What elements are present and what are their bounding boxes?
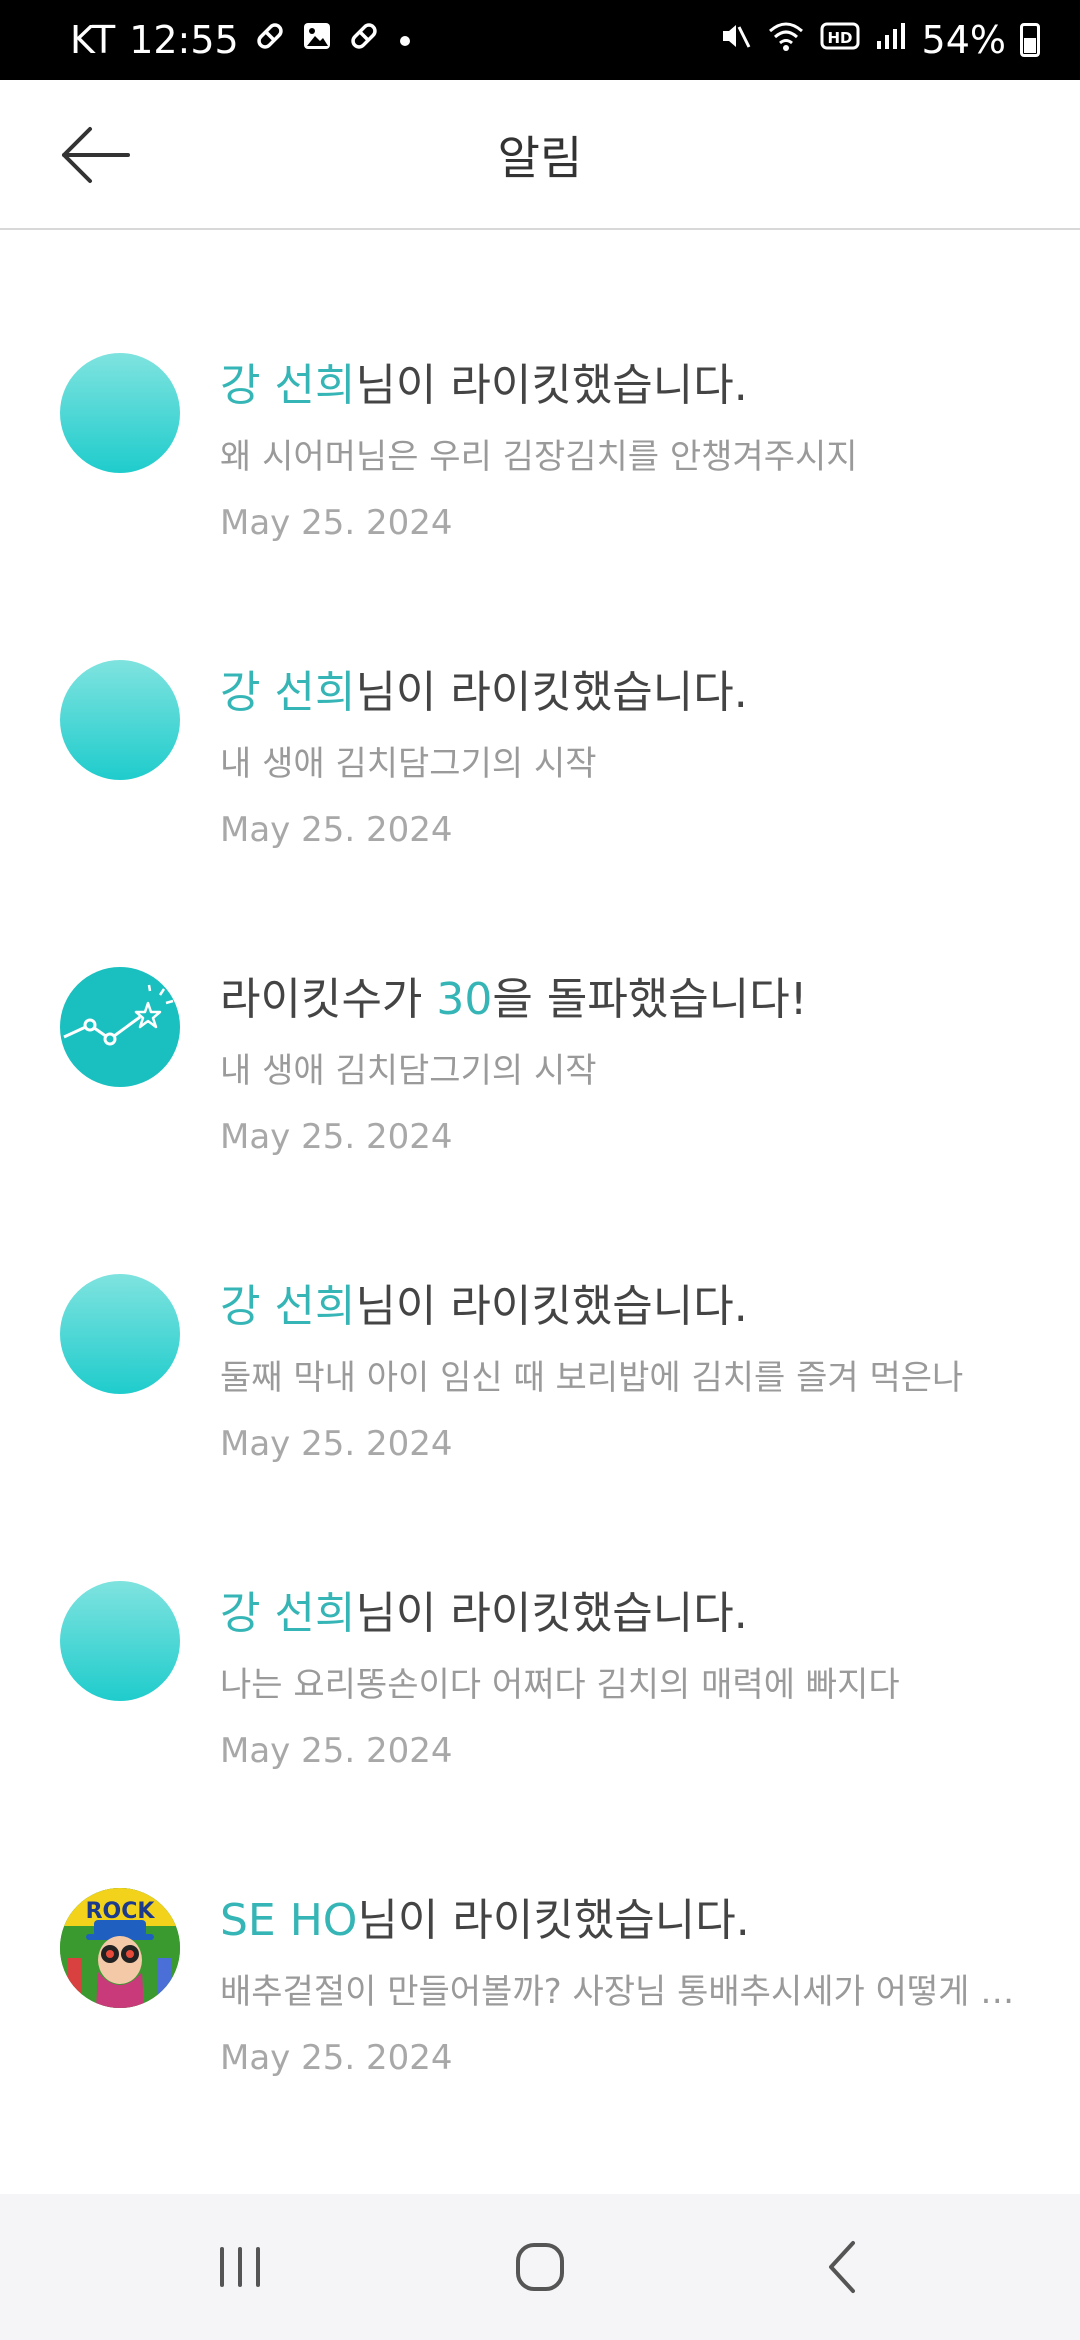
avatar[interactable] <box>60 353 180 473</box>
home-button[interactable] <box>460 2194 620 2340</box>
notification-message: 님이 라이킷했습니다. <box>357 1895 750 1946</box>
pill-icon <box>253 19 287 61</box>
post-title: 왜 시어머님은 우리 김장김치를 안챙겨주시지 <box>220 437 858 477</box>
milestone-avatar <box>60 967 180 1087</box>
notification-date: May 25. 2024 <box>220 1424 453 1464</box>
system-back-button[interactable] <box>765 2194 925 2340</box>
milestone-suffix: 을 돌파했습니다! <box>492 974 808 1025</box>
recents-icon <box>220 2247 260 2287</box>
chart-star-icon <box>63 984 174 1046</box>
notification-title: 라이킷수가 30을 돌파했습니다! <box>220 963 807 1027</box>
notification-item[interactable]: ROCK SE HO님이 라이킷했습니다. 배추겉절이 만들어볼까? 사장님 통… <box>0 1888 1080 2188</box>
avatar[interactable]: ROCK <box>60 1888 180 2008</box>
notification-date: May 25. 2024 <box>220 2038 453 2078</box>
notification-date: May 25. 2024 <box>220 503 453 543</box>
notification-title: 강 선희님이 라이킷했습니다. <box>220 656 748 720</box>
avatar[interactable] <box>60 660 180 780</box>
page-title: 알림 <box>497 131 583 185</box>
carrier-label: KT <box>70 18 116 62</box>
profile-photo-icon: ROCK <box>60 1888 180 2008</box>
chevron-left-icon <box>829 2241 855 2293</box>
mute-icon <box>718 19 752 61</box>
battery-percent: 54% <box>921 18 1006 62</box>
pill-icon <box>347 19 381 61</box>
notification-message: 님이 라이킷했습니다. <box>355 360 748 411</box>
image-icon <box>301 20 333 60</box>
post-title: 배추겉절이 만들어볼까? 사장님 통배추시세가 어떻게 … <box>220 1972 1015 2012</box>
notification-item[interactable]: 강 선희님이 라이킷했습니다. 둘째 막내 아이 임신 때 보리밥에 김치를 즐… <box>0 1274 1080 1574</box>
home-icon <box>516 2243 564 2291</box>
notification-date: May 25. 2024 <box>220 1117 453 1157</box>
notification-title: 강 선희님이 라이킷했습니다. <box>220 1270 748 1334</box>
status-right: HD 54% <box>718 18 1040 62</box>
user-name[interactable]: SE HO <box>220 1895 357 1946</box>
user-name[interactable]: 강 선희 <box>220 360 355 411</box>
notification-item[interactable]: 강 선희님이 라이킷했습니다. 왜 시어머님은 우리 김장김치를 안챙겨주시지 … <box>0 353 1080 653</box>
like-count: 30 <box>436 974 493 1025</box>
notification-list[interactable]: 강 선희님이 라이킷했습니다. 왜 시어머님은 우리 김장김치를 안챙겨주시지 … <box>0 232 1080 2194</box>
notification-date: May 25. 2024 <box>220 1731 453 1771</box>
notification-message: 님이 라이킷했습니다. <box>355 667 748 718</box>
post-title: 내 생애 김치담그기의 시작 <box>220 1051 597 1091</box>
avatar[interactable] <box>60 1274 180 1394</box>
avatar[interactable] <box>60 1581 180 1701</box>
notification-item[interactable]: 강 선희님이 라이킷했습니다. 나는 요리똥손이다 어쩌다 김치의 매력에 빠지… <box>0 1581 1080 1881</box>
notification-title: 강 선희님이 라이킷했습니다. <box>220 1577 748 1641</box>
user-name[interactable]: 강 선희 <box>220 667 355 718</box>
milestone-prefix: 라이킷수가 <box>220 974 437 1025</box>
user-name[interactable]: 강 선희 <box>220 1281 355 1332</box>
notification-title: SE HO님이 라이킷했습니다. <box>220 1884 750 1948</box>
app-header: 알림 <box>0 80 1080 230</box>
clock: 12:55 <box>129 18 239 62</box>
user-name[interactable]: 강 선희 <box>220 1588 355 1639</box>
notification-item[interactable]: 라이킷수가 30을 돌파했습니다! 내 생애 김치담그기의 시작 May 25.… <box>0 967 1080 1267</box>
post-title: 내 생애 김치담그기의 시작 <box>220 744 597 784</box>
post-title: 나는 요리똥손이다 어쩌다 김치의 매력에 빠지다 <box>220 1665 900 1705</box>
system-nav-bar <box>0 2194 1080 2340</box>
dot-icon <box>395 21 415 59</box>
notification-title: 강 선희님이 라이킷했습니다. <box>220 349 748 413</box>
wifi-icon <box>766 19 806 61</box>
status-left: KT 12:55 <box>70 18 415 62</box>
hd-icon: HD <box>820 21 860 59</box>
notification-message: 님이 라이킷했습니다. <box>355 1281 748 1332</box>
battery-icon <box>1020 23 1040 57</box>
notification-date: May 25. 2024 <box>220 810 453 850</box>
notification-item[interactable]: 강 선희님이 라이킷했습니다. 내 생애 김치담그기의 시작 May 25. 2… <box>0 660 1080 960</box>
post-title: 둘째 막내 아이 임신 때 보리밥에 김치를 즐겨 먹은나 <box>220 1358 964 1398</box>
notification-message: 님이 라이킷했습니다. <box>355 1588 748 1639</box>
signal-icon <box>874 19 908 61</box>
svg-text:HD: HD <box>827 29 852 47</box>
recents-button[interactable] <box>160 2194 320 2340</box>
status-bar: KT 12:55 HD 54% <box>0 0 1080 80</box>
